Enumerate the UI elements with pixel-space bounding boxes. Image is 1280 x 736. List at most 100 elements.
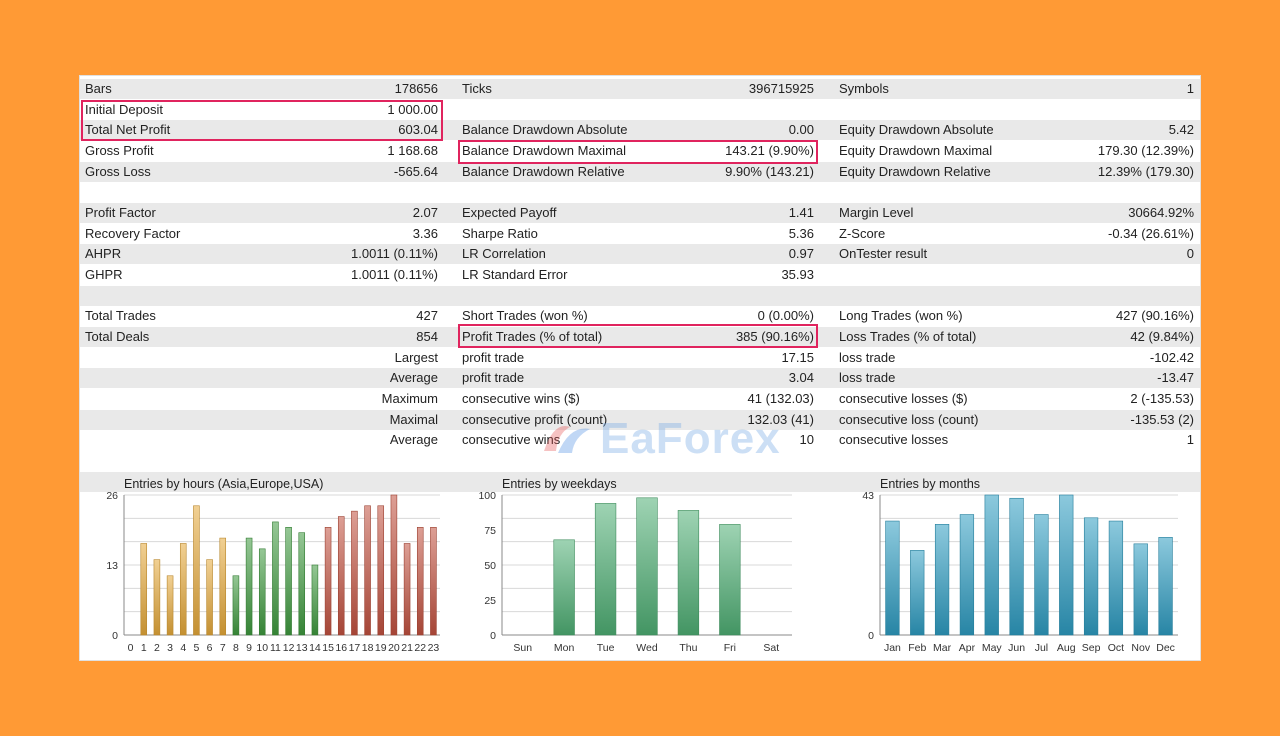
stat-value: 0 (0.00%)	[757, 308, 814, 324]
stat-value: 0.00	[788, 122, 814, 138]
x-tick-label: 19	[375, 642, 387, 654]
stats-row: Average profit trade 3.04 loss trade -13.47	[80, 368, 1200, 389]
x-tick-label: Wed	[636, 642, 658, 654]
stats-row: Total Net Profit 603.04 Balance Drawdown A…	[80, 120, 1200, 141]
hours-chart-title: Entries by hours (Asia,Europe,USA)	[124, 477, 324, 491]
stat-value: 854	[416, 328, 438, 344]
watermark: EaForex	[540, 409, 920, 469]
x-tick-label: 16	[335, 642, 347, 654]
stat-value: 41 (132.03)	[747, 390, 815, 406]
x-tick-label: 7	[220, 642, 226, 654]
stat-value	[85, 182, 438, 202]
y-tick-label: 26	[106, 490, 118, 502]
stat-value: 2.07	[412, 204, 438, 220]
stat-value: 1 000.00	[387, 101, 438, 117]
stat-value: 3.04	[788, 370, 814, 386]
stats-row: Bars 178656 Ticks 396715925 Symbols 1	[80, 79, 1200, 99]
stats-row: Largest profit trade 17.15 loss trade -102.4…	[80, 348, 1200, 368]
stat-value: 2 (-135.53)	[1130, 390, 1194, 406]
x-tick-label: Sep	[1082, 642, 1101, 654]
stat-value: -13.47	[1157, 370, 1194, 386]
bar	[636, 497, 658, 636]
bar	[206, 559, 213, 636]
bar	[179, 543, 187, 636]
x-tick-label: 22	[414, 642, 426, 654]
bar	[232, 575, 240, 636]
bar	[719, 524, 741, 636]
stat-value	[85, 286, 438, 306]
y-tick-label: 75	[484, 525, 496, 537]
stat-value: Largest	[394, 349, 438, 365]
stats-row: Total Deals 854 Profit Trades (% of total)…	[80, 326, 1200, 347]
bar	[1059, 494, 1074, 636]
bar	[910, 550, 925, 636]
y-tick-label: 0	[112, 630, 118, 642]
stat-value: 178656	[394, 81, 438, 96]
stat-value: 17.15	[781, 349, 814, 365]
stat-value: Maximal	[389, 411, 438, 427]
x-tick-label: Jan	[884, 642, 901, 654]
stat-value	[839, 182, 1194, 202]
stat-value: Average	[389, 370, 438, 386]
stat-value	[839, 100, 1194, 120]
x-tick-label: Mon	[554, 642, 575, 654]
bar	[298, 532, 306, 636]
stats-row: Total Trades 427 Short Trades (won %) 0 (0.…	[80, 306, 1200, 326]
x-tick-label: Dec	[1156, 642, 1175, 654]
stat-value: -565.64	[393, 163, 438, 179]
x-tick-label: Apr	[959, 642, 976, 654]
bar	[959, 514, 975, 636]
x-tick-label: Nov	[1131, 642, 1150, 654]
y-tick-label: 0	[868, 630, 874, 642]
stats-row: Initial Deposit 1 000.00	[80, 100, 1200, 120]
stat-value: 3.36	[412, 225, 438, 241]
bar	[193, 505, 200, 636]
x-tick-label: 17	[349, 642, 361, 654]
months-chart: Entries by months 0 43 Jan Feb Mar Apr May Jun J…	[844, 471, 1194, 661]
x-tick-label: 10	[256, 642, 268, 654]
y-tick-label: 13	[106, 560, 118, 572]
bar	[430, 527, 437, 636]
x-tick-label: 6	[207, 642, 213, 654]
x-tick-label: 5	[193, 642, 199, 654]
stat-value: 42 (9.84%)	[1130, 328, 1194, 344]
x-tick-label: 4	[180, 642, 186, 654]
bar	[416, 527, 424, 636]
x-tick-label: 20	[388, 642, 400, 654]
stat-value: Maximum	[381, 390, 438, 406]
bar	[1009, 497, 1024, 636]
weekdays-chart: Entries by weekdays 0 25 50 75 100 Sun Mon Tue W…	[466, 471, 806, 661]
bar	[337, 516, 345, 636]
stat-value: 1.0011 (0.11%)	[351, 266, 438, 282]
bar	[140, 543, 148, 636]
bar	[377, 505, 385, 636]
x-tick-label: Jun	[1008, 642, 1025, 654]
x-tick-label: Feb	[908, 642, 926, 654]
bar	[984, 494, 999, 636]
y-tick-label: 43	[862, 490, 874, 502]
stats-row	[80, 285, 1200, 306]
x-tick-label: Fri	[724, 642, 736, 654]
stat-value: 1 168.68	[387, 142, 438, 158]
x-tick-label: Sun	[513, 642, 532, 654]
weekdays-chart-svg: 0 25 50 75 100 Sun Mon Tue Wed Thu Fri Sat	[478, 490, 792, 654]
y-tick-label: 50	[484, 560, 496, 572]
bar	[885, 520, 900, 636]
stat-value: 5.36	[788, 225, 814, 241]
bar	[553, 539, 575, 636]
bar	[1083, 517, 1099, 636]
bar	[1034, 514, 1049, 636]
tester-report-panel: Bars 178656 Ticks 396715925 Symbols 1 Initial …	[79, 75, 1201, 661]
stat-value: 0.97	[788, 246, 814, 262]
x-tick-label: Tue	[597, 642, 615, 654]
stat-value	[839, 286, 1194, 306]
weekdays-chart-title: Entries by weekdays	[502, 477, 617, 491]
x-tick-label: 11	[270, 642, 281, 654]
x-tick-label: 3	[167, 642, 173, 654]
x-tick-label: Aug	[1057, 642, 1076, 654]
bar	[219, 537, 227, 636]
bar	[934, 524, 950, 636]
hours-chart-svg: 013260 1 2 3 4 5 6 7 8 9 10 11 12 13 14 15 16 17 18 19 20 21 2…	[106, 490, 440, 654]
watermark-text: EaForex	[600, 414, 781, 463]
bar	[166, 575, 174, 636]
